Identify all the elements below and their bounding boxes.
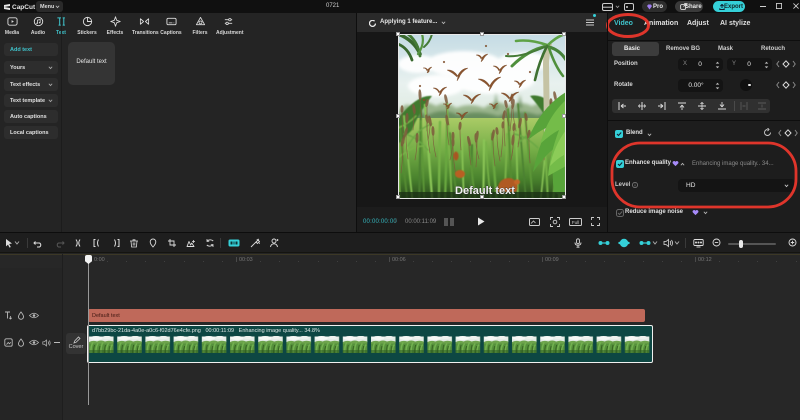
svg-text:Full: Full: [572, 220, 579, 225]
